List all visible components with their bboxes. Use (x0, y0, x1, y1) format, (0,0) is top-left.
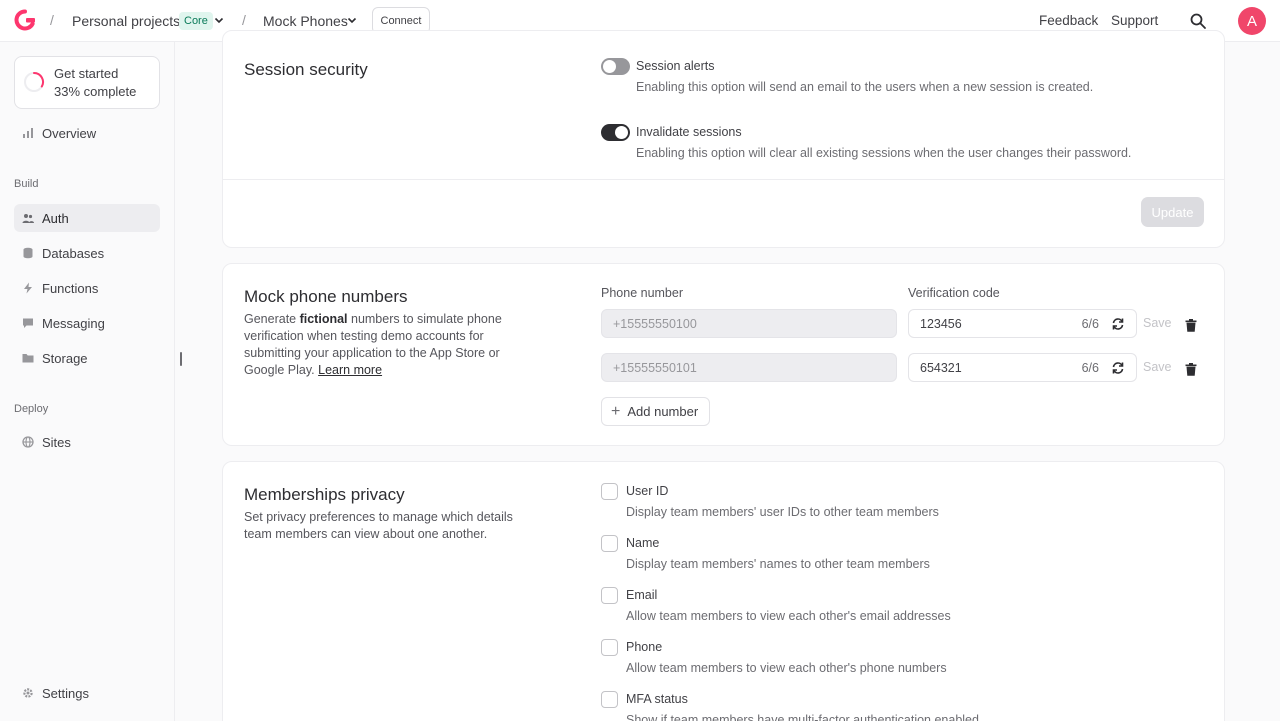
update-button[interactable]: Update (1141, 197, 1204, 227)
section-label-deploy: Deploy (14, 403, 49, 415)
add-number-label: Add number (627, 404, 699, 419)
learn-more-link[interactable]: Learn more (318, 363, 382, 377)
sidebar-item-functions[interactable]: Functions (14, 274, 160, 302)
verification-code-input[interactable]: 654321 6/6 (908, 353, 1137, 382)
feedback-link[interactable]: Feedback (1039, 13, 1098, 28)
card-title: Memberships privacy (244, 485, 405, 504)
bar-chart-icon (23, 128, 33, 138)
option-description: Enabling this option will clear all exis… (636, 146, 1132, 160)
card-description: Set privacy preferences to manage which … (244, 510, 513, 541)
memberships-privacy-card: Memberships privacy Set privacy preferen… (222, 461, 1225, 721)
sidebar-item-label: Messaging (42, 315, 105, 331)
option-description: Display team members' names to other tea… (626, 557, 930, 571)
globe-icon (22, 436, 34, 448)
mock-phone-numbers-card: Mock phone numbers Generate fictional nu… (222, 263, 1225, 446)
gear-icon (23, 688, 33, 698)
trash-icon[interactable] (1185, 319, 1197, 332)
sidebar-item-storage[interactable]: Storage (14, 344, 160, 372)
phone-number-header: Phone number (601, 286, 684, 300)
card-title: Mock phone numbers (244, 287, 408, 306)
desc-text: Generate (244, 312, 300, 326)
get-started-card[interactable]: Get started 33% complete (14, 56, 160, 109)
chevron-down-icon[interactable] (346, 14, 358, 26)
option-label: Name (626, 536, 660, 550)
save-button[interactable]: Save (1143, 316, 1172, 330)
invalidate-sessions-toggle[interactable] (601, 124, 630, 141)
search-icon[interactable] (1189, 12, 1207, 30)
refresh-icon[interactable] (1111, 361, 1125, 375)
chevron-down-icon[interactable] (213, 14, 225, 26)
breadcrumb-subproject[interactable]: Mock Phones (263, 13, 348, 29)
sidebar-item-overview[interactable]: Overview (14, 119, 160, 147)
user-avatar[interactable]: A (1238, 7, 1266, 35)
code-value: 654321 (920, 360, 962, 375)
get-started-title: Get started (54, 66, 119, 81)
breadcrumb-separator: / (242, 12, 246, 28)
plan-badge: Core (179, 12, 213, 30)
progress-ring-icon (24, 72, 44, 92)
chat-icon (23, 318, 33, 328)
breadcrumb-separator: / (50, 12, 54, 28)
appwrite-logo-icon[interactable] (14, 9, 36, 31)
option-label: Invalidate sessions (636, 125, 742, 139)
verification-code-header: Verification code (908, 286, 1000, 300)
char-count: 6/6 (1081, 361, 1099, 375)
option-description: Allow team members to view each other's … (626, 661, 947, 675)
database-icon (23, 247, 33, 259)
option-description: Display team members' user IDs to other … (626, 505, 939, 519)
option-label: Session alerts (636, 59, 715, 73)
user-id-checkbox[interactable] (601, 483, 618, 500)
support-link[interactable]: Support (1111, 13, 1158, 28)
option-label: Email (626, 588, 658, 602)
sidebar-item-label: Databases (42, 245, 105, 261)
option-label: MFA status (626, 692, 688, 706)
add-number-button[interactable]: + Add number (601, 397, 710, 426)
lightning-icon (24, 282, 32, 294)
trash-icon[interactable] (1185, 363, 1197, 376)
sidebar-item-label: Functions (42, 280, 99, 296)
option-description: Enabling this option will send an email … (636, 80, 1094, 94)
sidebar-item-label: Overview (42, 125, 97, 141)
phone-number-input[interactable]: +15555550100 (601, 309, 897, 338)
sidebar-item-label: Storage (42, 350, 88, 366)
phone-checkbox[interactable] (601, 639, 618, 656)
folder-icon (22, 354, 34, 363)
option-label: Phone (626, 640, 663, 654)
sidebar-item-label: Settings (42, 685, 89, 701)
refresh-icon[interactable] (1111, 317, 1125, 331)
phone-number-input[interactable]: +15555550101 (601, 353, 897, 382)
sidebar-item-messaging[interactable]: Messaging (14, 309, 160, 337)
name-checkbox[interactable] (601, 535, 618, 552)
session-security-card: Session security Session alerts Enabling… (222, 30, 1225, 248)
option-label: User ID (626, 484, 669, 498)
users-icon (22, 214, 34, 223)
sidebar-item-sites[interactable]: Sites (14, 428, 160, 456)
sidebar-item-label: Sites (42, 434, 71, 450)
sidebar: Get started 33% complete Overview Build … (0, 42, 175, 721)
sidebar-collapse-handle[interactable] (180, 352, 182, 366)
option-description: Allow team members to view each other's … (626, 609, 951, 623)
plus-icon: + (611, 402, 621, 420)
session-alerts-toggle[interactable] (601, 58, 630, 75)
code-value: 123456 (920, 316, 962, 331)
sidebar-item-databases[interactable]: Databases (14, 239, 160, 267)
option-description: Show if team members have multi-factor a… (626, 713, 979, 721)
sidebar-item-label: Auth (42, 210, 69, 226)
get-started-progress: 33% complete (54, 84, 137, 99)
char-count: 6/6 (1081, 317, 1099, 331)
divider (223, 179, 1224, 180)
breadcrumb-project[interactable]: Personal projects (72, 13, 180, 29)
sidebar-item-settings[interactable]: Settings (14, 679, 160, 707)
verification-code-input[interactable]: 123456 6/6 (908, 309, 1137, 338)
card-description: Generate fictional numbers to simulate p… (244, 311, 534, 379)
desc-bold: fictional (299, 312, 348, 326)
mfa-status-checkbox[interactable] (601, 691, 618, 708)
sidebar-item-auth[interactable]: Auth (14, 204, 160, 232)
card-title: Session security (244, 60, 368, 79)
section-label-build: Build (14, 178, 39, 190)
email-checkbox[interactable] (601, 587, 618, 604)
save-button[interactable]: Save (1143, 360, 1172, 374)
